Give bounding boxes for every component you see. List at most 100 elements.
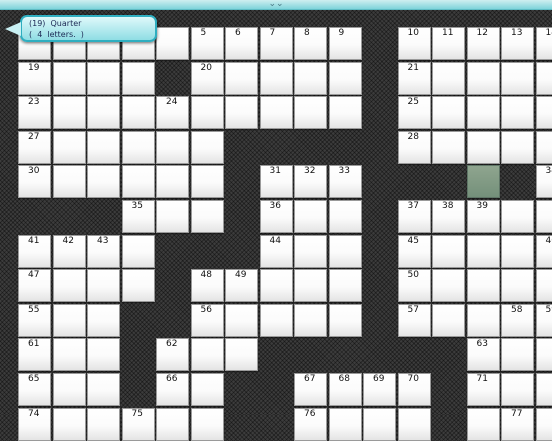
grid-cell[interactable]: [294, 96, 327, 129]
grid-cell[interactable]: [329, 235, 362, 268]
grid-cell[interactable]: [363, 408, 396, 441]
grid-cell[interactable]: [87, 338, 120, 371]
grid-cell[interactable]: [191, 131, 224, 164]
grid-cell[interactable]: [122, 62, 155, 95]
grid-cell[interactable]: [156, 131, 189, 164]
grid-cell[interactable]: [536, 62, 552, 95]
grid-cell[interactable]: 68: [329, 373, 362, 406]
grid-cell[interactable]: [329, 96, 362, 129]
grid-cell[interactable]: 36: [260, 200, 293, 233]
grid-cell[interactable]: [536, 96, 552, 129]
grid-cell[interactable]: 69: [363, 373, 396, 406]
grid-cell[interactable]: [87, 304, 120, 337]
grid-cell[interactable]: 58: [501, 304, 534, 337]
top-bar[interactable]: ⌄⌄: [0, 0, 552, 10]
grid-cell[interactable]: 10: [398, 27, 431, 60]
grid-cell[interactable]: 11: [432, 27, 465, 60]
grid-cell[interactable]: 45: [398, 235, 431, 268]
grid-cell[interactable]: [501, 269, 534, 302]
grid-cell[interactable]: [260, 96, 293, 129]
grid-cell[interactable]: 71: [467, 373, 500, 406]
grid-cell[interactable]: [294, 304, 327, 337]
grid-cell[interactable]: [432, 304, 465, 337]
grid-cell[interactable]: [260, 304, 293, 337]
grid-cell[interactable]: 7: [260, 27, 293, 60]
grid-cell[interactable]: [467, 304, 500, 337]
grid-cell[interactable]: [87, 373, 120, 406]
grid-cell[interactable]: 74: [18, 408, 51, 441]
grid-cell[interactable]: 13: [501, 27, 534, 60]
grid-cell[interactable]: 23: [18, 96, 51, 129]
grid-cell[interactable]: [191, 200, 224, 233]
grid-cell[interactable]: 5: [191, 27, 224, 60]
grid-cell[interactable]: [87, 408, 120, 441]
grid-cell[interactable]: [501, 131, 534, 164]
grid-cell[interactable]: [53, 165, 86, 198]
grid-cell[interactable]: [260, 269, 293, 302]
grid-cell[interactable]: [53, 62, 86, 95]
grid-cell[interactable]: [329, 200, 362, 233]
grid-cell[interactable]: [53, 269, 86, 302]
grid-cell[interactable]: [294, 62, 327, 95]
grid-cell[interactable]: [53, 304, 86, 337]
grid-cell[interactable]: 55: [18, 304, 51, 337]
grid-cell[interactable]: [501, 96, 534, 129]
grid-cell[interactable]: [191, 96, 224, 129]
grid-cell[interactable]: [122, 131, 155, 164]
grid-cell[interactable]: 67: [294, 373, 327, 406]
grid-cell[interactable]: [122, 269, 155, 302]
grid-cell[interactable]: [329, 304, 362, 337]
grid-cell[interactable]: [501, 235, 534, 268]
grid-cell[interactable]: 76: [294, 408, 327, 441]
grid-cell[interactable]: 57: [398, 304, 431, 337]
grid-cell[interactable]: [156, 408, 189, 441]
grid-cell[interactable]: [191, 338, 224, 371]
grid-cell[interactable]: [53, 131, 86, 164]
grid-cell[interactable]: [467, 62, 500, 95]
grid-cell[interactable]: [225, 96, 258, 129]
grid-cell[interactable]: 61: [18, 338, 51, 371]
grid-cell[interactable]: 39: [467, 200, 500, 233]
grid-cell[interactable]: 8: [294, 27, 327, 60]
grid-cell[interactable]: 77: [501, 408, 534, 441]
grid-cell[interactable]: [294, 269, 327, 302]
grid-cell[interactable]: [329, 62, 362, 95]
grid-cell[interactable]: 62: [156, 338, 189, 371]
grid-cell[interactable]: 20: [191, 62, 224, 95]
grid-cell[interactable]: 44: [260, 235, 293, 268]
grid-cell[interactable]: 75: [122, 408, 155, 441]
grid-cell[interactable]: 70: [398, 373, 431, 406]
grid-cell[interactable]: 28: [398, 131, 431, 164]
grid-cell[interactable]: 38: [432, 200, 465, 233]
grid-cell[interactable]: [260, 62, 293, 95]
grid-cell[interactable]: [191, 373, 224, 406]
grid-cell[interactable]: [53, 373, 86, 406]
grid-cell[interactable]: [432, 131, 465, 164]
grid-cell[interactable]: [467, 235, 500, 268]
grid-cell[interactable]: [432, 96, 465, 129]
grid-cell[interactable]: [87, 269, 120, 302]
grid-cell[interactable]: 12: [467, 27, 500, 60]
grid-cell[interactable]: [329, 269, 362, 302]
grid-cell[interactable]: [536, 373, 552, 406]
highlighted-cell[interactable]: [467, 165, 500, 198]
grid-cell[interactable]: 50: [398, 269, 431, 302]
grid-cell[interactable]: [294, 200, 327, 233]
grid-cell[interactable]: [467, 269, 500, 302]
grid-cell[interactable]: [398, 408, 431, 441]
grid-cell[interactable]: [501, 62, 534, 95]
grid-cell[interactable]: 47: [18, 269, 51, 302]
grid-cell[interactable]: [87, 62, 120, 95]
grid-cell[interactable]: [536, 408, 552, 441]
grid-cell[interactable]: 24: [156, 96, 189, 129]
grid-cell[interactable]: 32: [294, 165, 327, 198]
grid-cell[interactable]: 59: [536, 304, 552, 337]
grid-cell[interactable]: 30: [18, 165, 51, 198]
grid-cell[interactable]: 49: [225, 269, 258, 302]
grid-cell[interactable]: [225, 338, 258, 371]
grid-cell[interactable]: [122, 235, 155, 268]
grid-cell[interactable]: [536, 200, 552, 233]
grid-cell[interactable]: [501, 200, 534, 233]
grid-cell[interactable]: [536, 269, 552, 302]
grid-cell[interactable]: 6: [225, 27, 258, 60]
